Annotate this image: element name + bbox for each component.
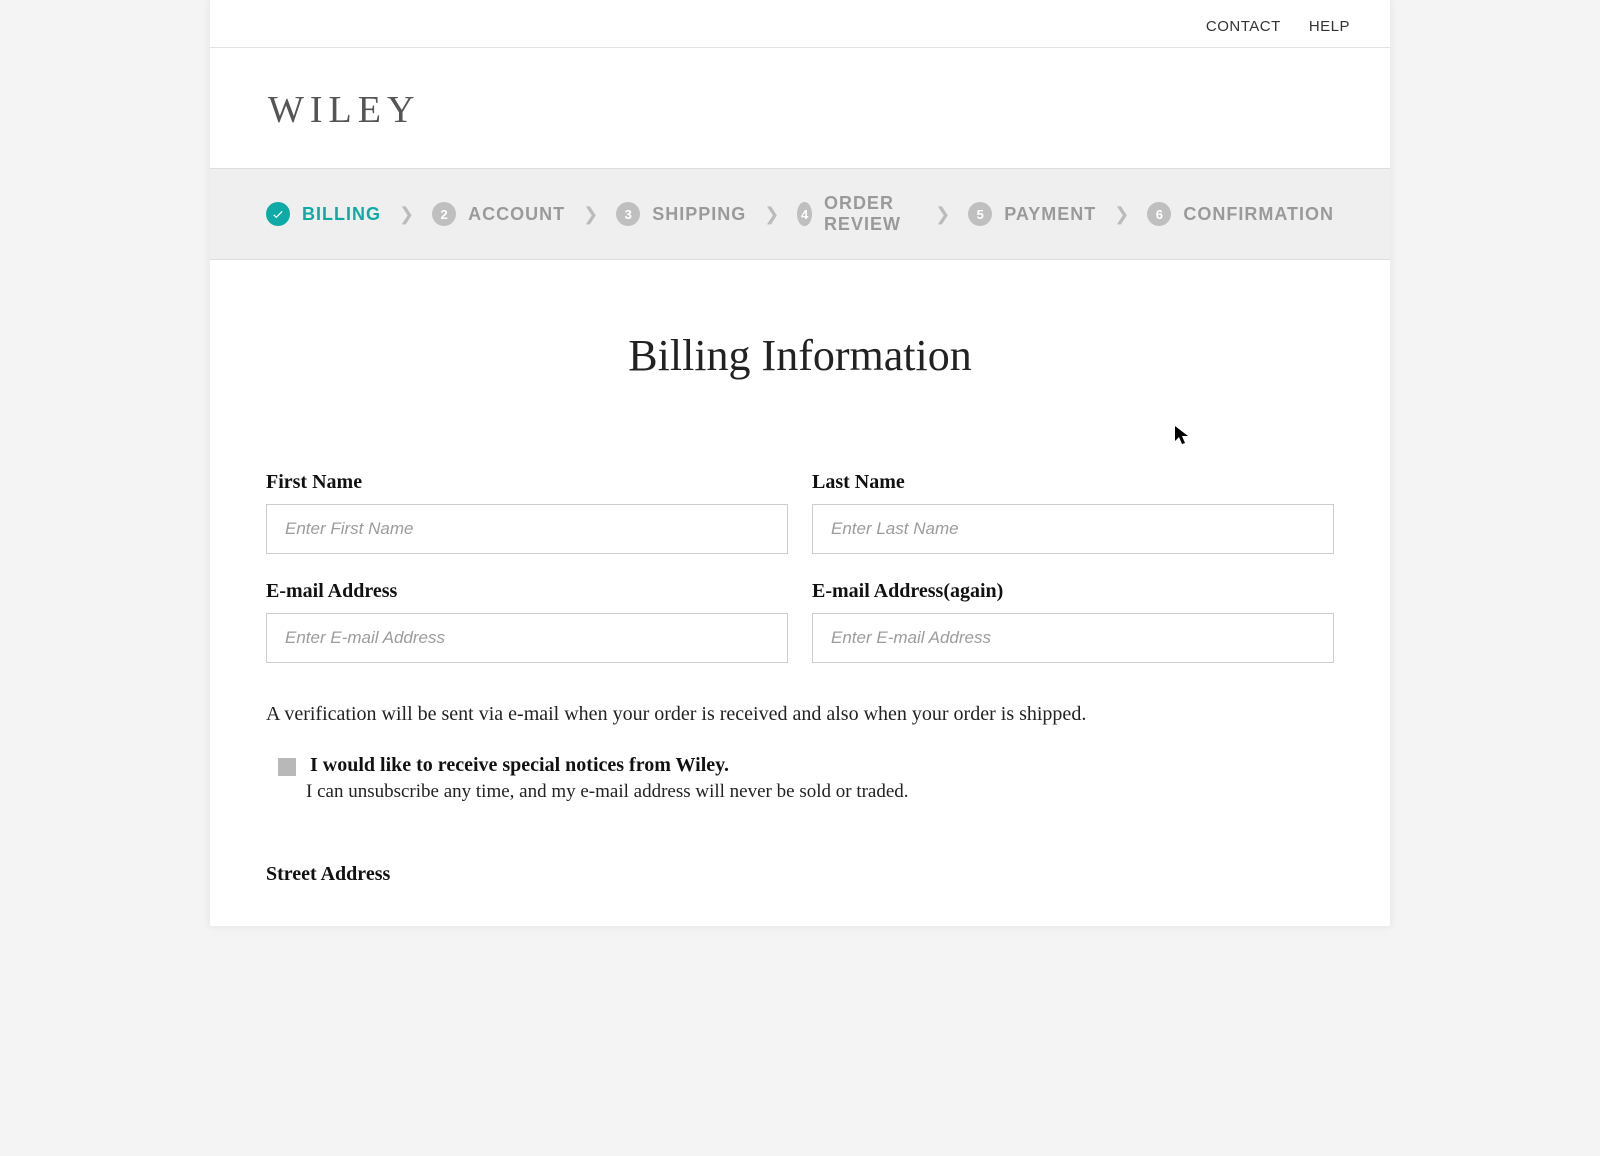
step-confirmation[interactable]: 6 CONFIRMATION	[1147, 202, 1334, 226]
email-again-label: E-mail Address(again)	[812, 580, 1334, 603]
last-name-label: Last Name	[812, 471, 1334, 494]
optin-checkbox[interactable]	[278, 758, 296, 776]
step-payment[interactable]: 5 PAYMENT	[968, 202, 1096, 226]
chevron-right-icon: ❯	[583, 204, 598, 225]
step-label: PAYMENT	[1004, 204, 1096, 225]
step-label: SHIPPING	[652, 204, 746, 225]
verification-note: A verification will be sent via e-mail w…	[266, 703, 1334, 726]
page-title: Billing Information	[266, 330, 1334, 381]
email-field: E-mail Address	[266, 580, 788, 663]
help-link[interactable]: HELP	[1309, 18, 1350, 35]
first-name-input[interactable]	[266, 504, 788, 554]
first-name-label: First Name	[266, 471, 788, 494]
chevron-right-icon: ❯	[764, 204, 779, 225]
email-again-input[interactable]	[812, 613, 1334, 663]
step-label: ORDER REVIEW	[824, 193, 917, 235]
brand-area: WILEY	[210, 48, 1390, 168]
optin-subtext: I can unsubscribe any time, and my e-mai…	[306, 781, 909, 803]
last-name-field: Last Name	[812, 471, 1334, 554]
step-label: BILLING	[302, 204, 381, 225]
step-shipping[interactable]: 3 SHIPPING	[616, 202, 746, 226]
step-number-icon: 3	[616, 202, 640, 226]
optin-headline: I would like to receive special notices …	[310, 754, 909, 777]
billing-form-area: Billing Information First Name Last Name…	[210, 260, 1390, 926]
checkout-page: CONTACT HELP WILEY BILLING ❯ 2 ACCOUNT ❯…	[210, 0, 1390, 926]
optin-text: I would like to receive special notices …	[310, 754, 909, 803]
step-order-review[interactable]: 4 ORDER REVIEW	[797, 193, 917, 235]
brand-logo-text: WILEY	[268, 89, 420, 131]
chevron-right-icon: ❯	[399, 204, 414, 225]
step-number-icon: 6	[1147, 202, 1171, 226]
marketing-optin-row: I would like to receive special notices …	[266, 754, 1334, 803]
top-utility-bar: CONTACT HELP	[210, 0, 1390, 48]
name-email-grid: First Name Last Name E-mail Address E-ma…	[266, 471, 1334, 663]
step-label: ACCOUNT	[468, 204, 565, 225]
street-address-label: Street Address	[266, 863, 1334, 886]
last-name-input[interactable]	[812, 504, 1334, 554]
email-label: E-mail Address	[266, 580, 788, 603]
step-number-icon: 5	[968, 202, 992, 226]
chevron-right-icon: ❯	[935, 204, 950, 225]
contact-link[interactable]: CONTACT	[1206, 18, 1281, 35]
chevron-right-icon: ❯	[1114, 204, 1129, 225]
step-number-icon: 2	[432, 202, 456, 226]
step-account[interactable]: 2 ACCOUNT	[432, 202, 565, 226]
email-again-field: E-mail Address(again)	[812, 580, 1334, 663]
email-input[interactable]	[266, 613, 788, 663]
step-label: CONFIRMATION	[1183, 204, 1334, 225]
checkout-progress-bar: BILLING ❯ 2 ACCOUNT ❯ 3 SHIPPING ❯ 4 ORD…	[210, 168, 1390, 260]
first-name-field: First Name	[266, 471, 788, 554]
step-number-icon: 4	[797, 202, 812, 226]
step-billing[interactable]: BILLING	[266, 202, 381, 226]
checkmark-icon	[266, 202, 290, 226]
